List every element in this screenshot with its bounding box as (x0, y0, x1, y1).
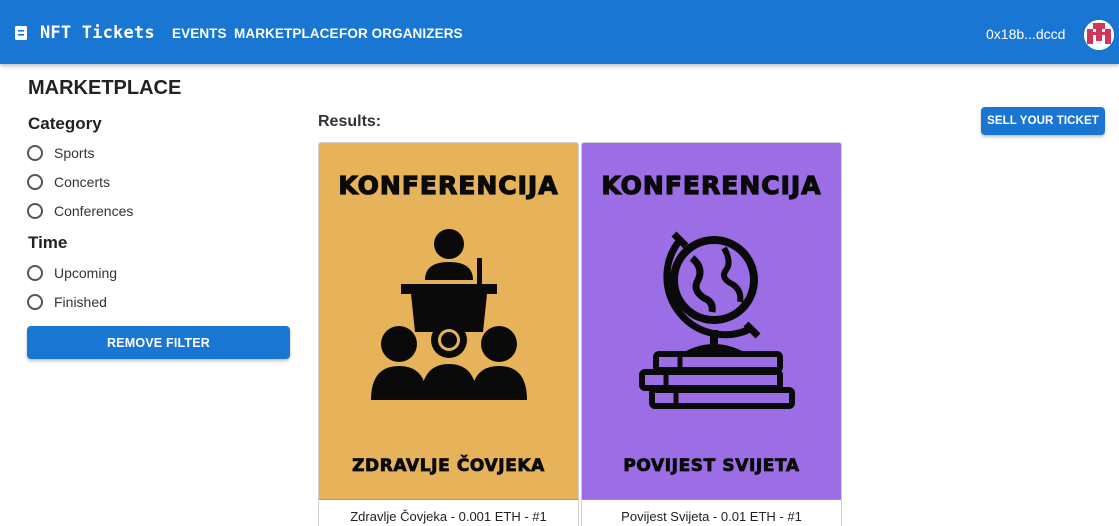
globe-books-icon (639, 231, 795, 409)
nav-events[interactable]: EVENTS (172, 26, 227, 41)
ticket-card[interactable]: KONFERENCIJA ZDRAVLJE ČOVJEKA Zdravlje Č… (318, 142, 579, 526)
ticket-caption: Povijest Svijeta - 0.01 ETH - #1 (582, 499, 841, 526)
ticket-card[interactable]: KONFERENCIJA POVIJEST SVIJETA Povijest S… (581, 142, 842, 526)
radio-upcoming[interactable]: Upcoming (27, 265, 117, 281)
radio-concerts[interactable]: Concerts (27, 174, 110, 190)
app-bar: NFT Tickets EVENTS MARKETPLACE FOR ORGAN… (0, 0, 1119, 64)
time-heading: Time (28, 233, 68, 252)
ticket-caption: Zdravlje Čovjeka - 0.001 ETH - #1 (319, 499, 578, 526)
radio-label: Sports (54, 145, 95, 161)
radio-label: Upcoming (54, 265, 118, 281)
sell-ticket-button[interactable]: SELL YOUR TICKET (981, 107, 1105, 135)
ticket-bottom-text: POVIJEST SVIJETA (623, 456, 800, 477)
page-title: MARKETPLACE (28, 77, 182, 99)
results-heading: Results: (318, 113, 382, 130)
ticket-top-text: KONFERENCIJA (601, 170, 822, 200)
ticket-icon (15, 26, 27, 40)
ticket-bottom-text: ZDRAVLJE ČOVJEKA (352, 456, 545, 477)
wallet-address[interactable]: 0x18b...dccd (986, 26, 1065, 42)
radio-circle-icon[interactable] (27, 174, 43, 190)
radio-label: Conferences (54, 203, 134, 219)
radio-sports[interactable]: Sports (27, 145, 94, 161)
identicon-icon (1084, 20, 1114, 50)
brand-title[interactable]: NFT Tickets (40, 23, 155, 43)
category-heading: Category (28, 114, 102, 133)
nav-marketplace[interactable]: MARKETPLACE (234, 26, 339, 41)
radio-circle-icon[interactable] (27, 265, 43, 281)
radio-circle-icon[interactable] (27, 145, 43, 161)
radio-label: Finished (54, 294, 107, 310)
ticket-image: KONFERENCIJA ZDRAVLJE ČOVJEKA (319, 143, 578, 499)
nav-for-organizers[interactable]: FOR ORGANIZERS (339, 26, 463, 41)
radio-circle-icon[interactable] (27, 294, 43, 310)
avatar[interactable] (1084, 20, 1114, 50)
ticket-image: KONFERENCIJA POVIJEST SVIJETA (582, 143, 841, 499)
remove-filter-button[interactable]: REMOVE FILTER (27, 326, 290, 359)
radio-conferences[interactable]: Conferences (27, 203, 133, 219)
lecture-audience-icon (371, 229, 527, 400)
radio-label: Concerts (54, 174, 111, 190)
radio-circle-icon[interactable] (27, 203, 43, 219)
radio-finished[interactable]: Finished (27, 294, 107, 310)
ticket-top-text: KONFERENCIJA (338, 170, 559, 200)
